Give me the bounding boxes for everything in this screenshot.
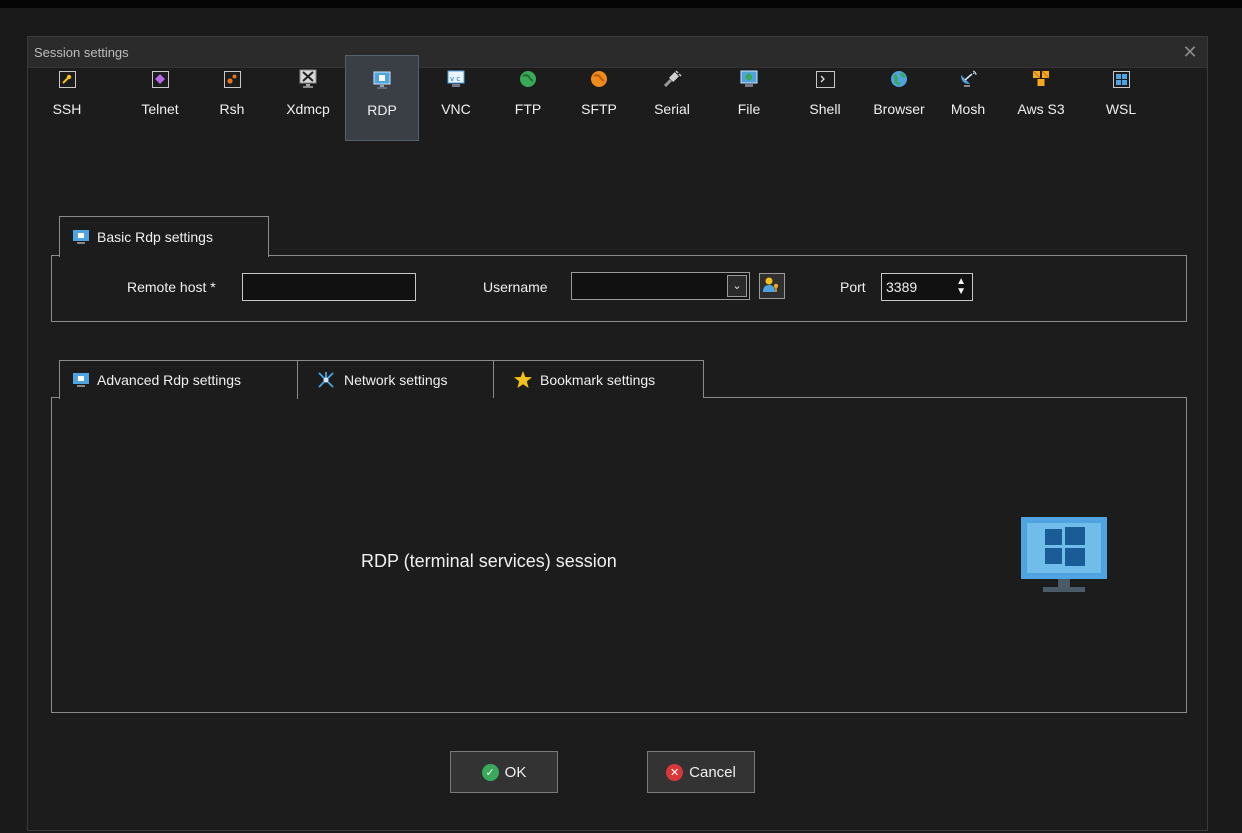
aws-cubes-icon — [1031, 69, 1051, 89]
protocol-label: RDP — [367, 102, 397, 118]
ok-button[interactable]: ✓ OK — [450, 751, 558, 793]
protocol-label: Serial — [654, 101, 690, 117]
protocol-label: Telnet — [141, 101, 179, 117]
telnet-icon — [150, 69, 170, 89]
remote-host-input[interactable] — [242, 273, 416, 301]
browser-globe-icon — [889, 69, 909, 89]
windows-icon — [1111, 69, 1131, 89]
top-edge — [0, 0, 1242, 8]
port-value: 3389 — [886, 279, 918, 295]
protocol-serial[interactable]: Serial — [648, 55, 696, 141]
protocol-shell[interactable]: Shell — [805, 55, 845, 141]
protocol-label: Browser — [873, 101, 925, 117]
tab-label: Network settings — [344, 371, 448, 388]
username-combobox[interactable]: ⌄ — [571, 272, 750, 300]
tab-label: Advanced Rdp settings — [97, 372, 241, 388]
protocol-vnc[interactable]: v c VNC — [436, 55, 476, 141]
tab-basic-rdp-settings[interactable]: Basic Rdp settings — [59, 216, 269, 257]
svg-text:v c: v c — [450, 75, 460, 83]
port-spinbox[interactable]: 3389 ▲ ▼ — [881, 273, 973, 301]
protocol-label: FTP — [514, 101, 542, 117]
protocol-telnet[interactable]: Telnet — [136, 55, 184, 141]
xdmcp-icon — [298, 69, 318, 89]
port-label: Port — [840, 279, 866, 295]
spin-arrows-icon[interactable]: ▲ ▼ — [956, 277, 966, 297]
tab-network-settings[interactable]: Network settings — [297, 360, 494, 398]
protocol-label: VNC — [441, 101, 471, 117]
vnc-icon: v c — [446, 69, 466, 89]
satellite-dish-icon — [958, 69, 978, 89]
protocol-rdp[interactable]: RDP — [345, 55, 419, 141]
key-icon — [57, 69, 77, 89]
user-credentials-button[interactable] — [759, 273, 785, 299]
protocol-xdmcp[interactable]: Xdmcp — [283, 55, 333, 141]
protocol-ftp[interactable]: FTP — [510, 55, 546, 141]
protocol-label: SFTP — [581, 101, 617, 117]
tab-bookmark-settings[interactable]: Bookmark settings — [493, 360, 704, 398]
ftp-globe-icon — [518, 69, 538, 89]
protocol-file[interactable]: File — [733, 55, 765, 141]
protocol-browser[interactable]: Browser — [867, 55, 931, 141]
session-description: RDP (terminal services) session — [361, 551, 617, 571]
tab-label: Bookmark settings — [540, 371, 656, 388]
protocol-label: Xdmcp — [286, 101, 330, 117]
protocol-label: Rsh — [219, 101, 245, 117]
protocol-label: Aws S3 — [1017, 101, 1065, 117]
chevron-down-icon[interactable]: ⌄ — [727, 275, 747, 297]
user-key-icon — [763, 276, 781, 297]
cancel-label: Cancel — [689, 763, 736, 781]
file-monitor-icon — [739, 69, 759, 89]
ok-label: OK — [504, 763, 527, 781]
rdp-monitor-icon — [372, 70, 392, 90]
close-button[interactable]: ✕ — [1179, 41, 1201, 63]
protocol-ssh[interactable]: SSH — [45, 55, 89, 141]
serial-plug-icon — [662, 69, 682, 89]
protocol-wsl[interactable]: WSL — [1101, 55, 1141, 141]
username-label: Username — [483, 279, 548, 295]
remote-host-label: Remote host * — [127, 279, 216, 295]
protocol-mosh[interactable]: Mosh — [947, 55, 989, 141]
shell-prompt-icon — [815, 69, 835, 89]
check-icon: ✓ — [481, 763, 499, 781]
tab-advanced-rdp-settings[interactable]: Advanced Rdp settings — [59, 360, 298, 399]
protocol-label: File — [737, 101, 761, 117]
rdp-monitor-icon — [1021, 517, 1107, 598]
protocol-sftp[interactable]: SFTP — [579, 55, 619, 141]
network-icon — [316, 371, 336, 389]
rsh-gears-icon — [222, 69, 242, 89]
sftp-globe-icon — [589, 69, 609, 89]
protocol-label: Shell — [809, 101, 841, 117]
cancel-button[interactable]: ✕ Cancel — [647, 751, 755, 793]
monitor-icon — [73, 230, 89, 244]
tab-label: Basic Rdp settings — [97, 229, 213, 245]
protocol-label: Mosh — [950, 101, 986, 117]
close-icon: ✕ — [666, 763, 684, 781]
protocol-rsh[interactable]: Rsh — [217, 55, 247, 141]
star-icon — [514, 371, 532, 388]
protocol-label: WSL — [1105, 101, 1137, 117]
monitor-icon — [73, 373, 89, 387]
protocol-label: SSH — [52, 101, 82, 117]
advanced-settings-panel — [51, 397, 1187, 713]
protocol-aws-s3[interactable]: Aws S3 — [1011, 55, 1071, 141]
